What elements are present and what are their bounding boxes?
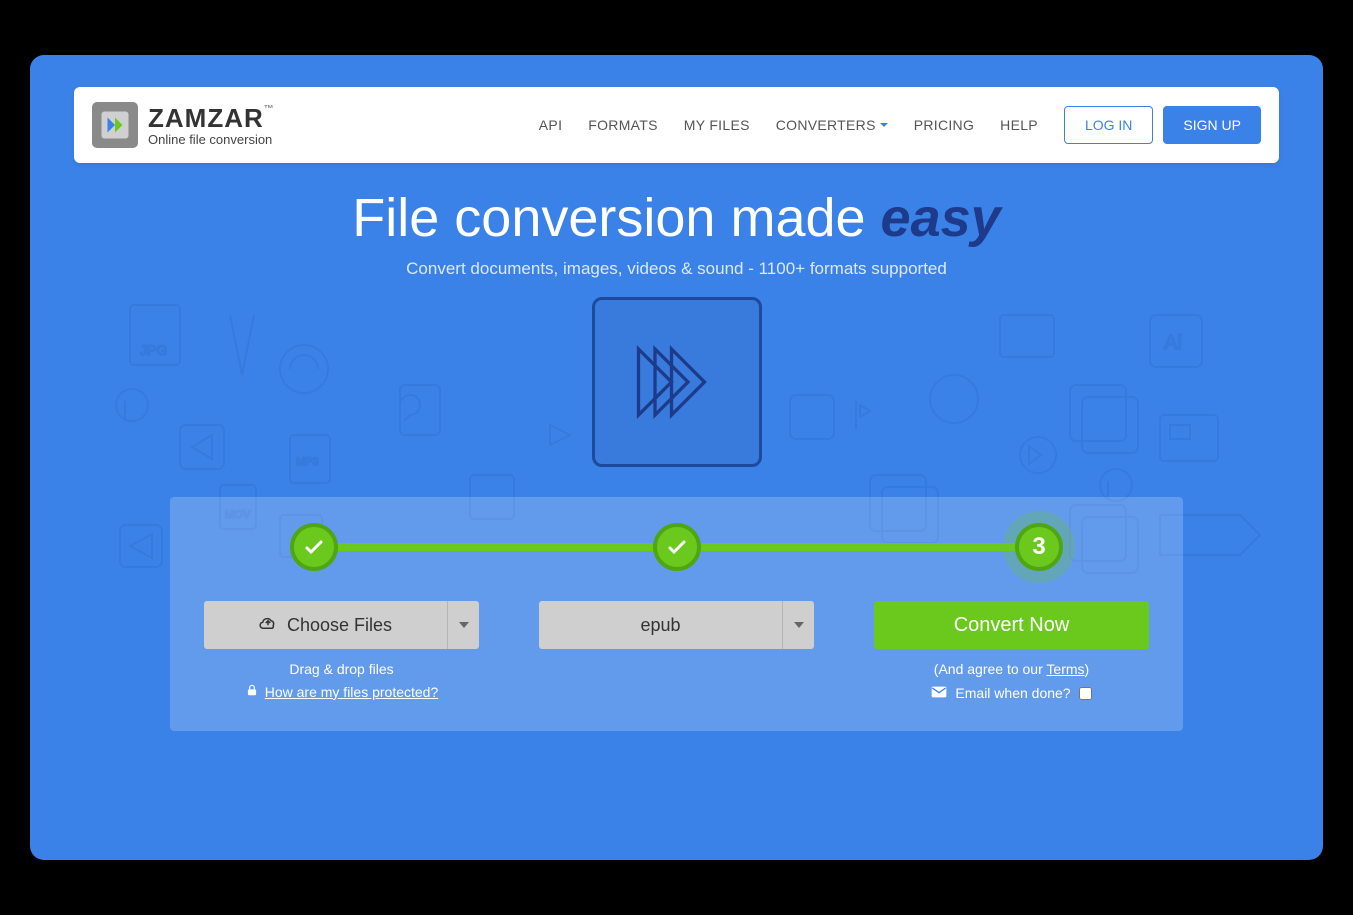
nav-myfiles[interactable]: MY FILES: [684, 117, 750, 133]
nav-pricing[interactable]: PRICING: [914, 117, 974, 133]
logo[interactable]: ZAMZAR™ Online file conversion: [92, 102, 275, 148]
hero-subtitle: Convert documents, images, videos & soun…: [30, 259, 1323, 279]
nav-converters[interactable]: CONVERTERS: [776, 117, 888, 133]
nav-links: API FORMATS MY FILES CONVERTERS PRICING …: [539, 117, 1038, 133]
hero-logo-icon: [592, 297, 762, 467]
step-2-done: [653, 523, 701, 571]
nav-api[interactable]: API: [539, 117, 562, 133]
brand-text: ZAMZAR™ Online file conversion: [148, 105, 275, 146]
agree-suffix: ): [1085, 661, 1090, 677]
step-3-active: 3: [1015, 523, 1063, 571]
convert-panel: 3 Choose Files Drag & drop files How are…: [170, 497, 1183, 731]
step-indicator: 3: [314, 523, 1039, 571]
brand-tagline: Online file conversion: [148, 133, 275, 146]
choose-files-label: Choose Files: [287, 615, 392, 636]
actions-row: Choose Files Drag & drop files How are m…: [204, 601, 1149, 701]
cloud-upload-icon: [259, 614, 277, 637]
step-1-done: [290, 523, 338, 571]
convert-now-button[interactable]: Convert Now: [874, 601, 1149, 649]
format-dropdown[interactable]: [782, 601, 814, 649]
hero-title-text: File conversion made: [352, 188, 880, 248]
login-button[interactable]: LOG IN: [1064, 106, 1153, 144]
drag-drop-hint: Drag & drop files: [289, 661, 393, 677]
email-when-done-label: Email when done?: [955, 685, 1070, 701]
nav-formats[interactable]: FORMATS: [588, 117, 658, 133]
app-window: JPG MOV Ai MP3: [30, 55, 1323, 860]
email-when-done-checkbox[interactable]: [1079, 687, 1092, 700]
caret-down-icon: [459, 622, 469, 628]
format-selected-label: epub: [640, 615, 680, 636]
hero-title: File conversion made easy: [30, 187, 1323, 249]
lock-icon: [245, 683, 259, 700]
format-select[interactable]: epub: [539, 601, 814, 649]
mail-icon: [931, 685, 947, 701]
choose-files-dropdown[interactable]: [447, 601, 479, 649]
caret-down-icon: [794, 622, 804, 628]
brand-name: ZAMZAR: [148, 103, 264, 133]
navbar: ZAMZAR™ Online file conversion API FORMA…: [74, 87, 1279, 163]
tm: ™: [264, 104, 275, 115]
choose-files-button[interactable]: Choose Files: [204, 601, 479, 649]
caret-down-icon: [880, 123, 888, 127]
nav-help[interactable]: HELP: [1000, 117, 1038, 133]
hero: File conversion made easy Convert docume…: [30, 187, 1323, 467]
terms-note: (And agree to our Terms): [934, 661, 1089, 677]
logo-icon: [92, 102, 138, 148]
signup-button[interactable]: SIGN UP: [1163, 106, 1261, 144]
hero-title-emphasis: easy: [881, 188, 1001, 248]
files-protected-link[interactable]: How are my files protected?: [265, 684, 439, 700]
nav-converters-label: CONVERTERS: [776, 117, 876, 133]
terms-link[interactable]: Terms: [1046, 661, 1084, 677]
agree-prefix: (And agree to our: [934, 661, 1047, 677]
